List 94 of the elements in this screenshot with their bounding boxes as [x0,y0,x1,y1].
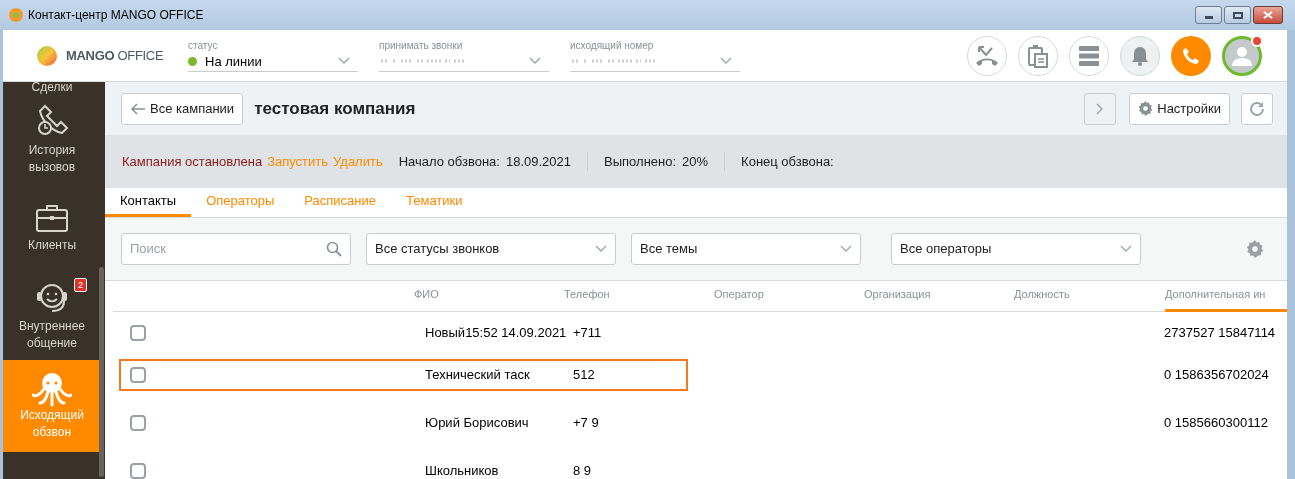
refresh-button[interactable] [1241,92,1273,125]
list-icon [1078,44,1100,67]
stat-label: Выполнено: [604,152,677,171]
field-label: исходящий номер [570,39,655,52]
gear-icon [1246,240,1264,258]
tab[interactable]: Тематики [391,188,478,217]
sidebar-item[interactable]: Исходящий обзвон [3,360,101,452]
chevron-down-icon [595,245,607,253]
phone-clock-icon [35,104,69,138]
row-checkbox[interactable] [130,325,146,341]
stat-label: Конец обзвона: [741,152,834,171]
column-header[interactable]: Оператор [714,285,864,312]
sidebar-item[interactable]: Сделки [3,82,101,96]
chevron-down-icon [529,57,541,65]
column-header[interactable]: Должность [1014,285,1165,312]
campaign-state: Кампания остановлена [122,152,263,171]
stat-label: Начало обзвона: [398,152,500,171]
field-label: принимать звонки [379,39,464,52]
maximize-button[interactable] [1224,6,1251,24]
table-cell-text: +711 [573,324,602,343]
table-cell-text: Новый15:52 14.09.2021 [425,324,568,343]
filter-select[interactable]: Все темы [631,233,861,265]
sidebar-item[interactable]: История вызовов [3,96,101,184]
close-icon [1263,11,1273,19]
filter-select[interactable]: Все операторы [891,233,1141,265]
column-header[interactable]: Телефон [564,285,714,312]
chevron-down-icon [720,57,732,65]
table-cell-text: 0 1586356702024 [1164,366,1269,385]
arrow-left-icon [130,102,146,115]
field-value: На линии [205,52,262,71]
tab[interactable]: Операторы [191,188,290,217]
column-header[interactable]: Дополнительная ин [1165,285,1287,312]
campaign-action-link[interactable]: Удалить [333,151,383,172]
column-header[interactable]: Организация [864,285,1014,312]
table-cell-text: Школьников [425,462,500,479]
bell-icon [1131,45,1149,66]
chevron-down-icon [1120,245,1132,253]
refresh-icon [1249,100,1265,117]
window-title: Контакт-центр MANGO OFFICE [28,7,204,24]
call-transfer-icon [975,44,999,67]
header-select[interactable]: принимать звонки [379,39,549,72]
clipboard-icon [1027,43,1049,68]
tab[interactable]: Расписание [289,188,391,217]
stat-value: 20% [682,152,709,171]
notification-badge: 2 [74,278,87,292]
row-checkbox[interactable] [130,415,146,431]
filter-select[interactable]: Все статусы звонков [366,233,616,265]
user-icon [1231,45,1253,66]
briefcase-icon [35,202,69,233]
row-checkbox[interactable] [130,463,146,479]
search-field[interactable]: Поиск [121,233,351,265]
app-logo-icon [8,7,24,23]
toolbar-button[interactable] [1171,35,1211,76]
chevron-down-icon [840,245,852,253]
search-icon [326,241,342,257]
sidebar-label: Сделки [30,82,74,96]
search-input[interactable]: Поиск [130,239,326,259]
minimize-button[interactable] [1195,6,1222,24]
sidebar-label: История вызовов [27,142,77,176]
phone-icon [1182,46,1200,65]
header-select[interactable]: исходящий номер [570,39,740,72]
chevron-down-icon [338,57,350,66]
column-header[interactable]: ФИО [414,285,564,312]
gear-icon [1138,101,1154,116]
sidebar-label: Внутреннее общение [17,318,87,352]
table-cell-text: 8 9 [573,462,592,479]
chevron-right-icon [1096,102,1105,115]
octopus-icon [32,371,72,407]
sidebar-item[interactable]: Внутреннее общение 2 [3,272,101,360]
sidebar-label: Клиенты [26,236,78,254]
toolbar-button[interactable] [967,35,1007,76]
settings-button[interactable]: Настройки [1129,92,1230,125]
campaign-action-link[interactable]: Запустить [267,151,329,172]
table-cell-text: Технический таск [425,366,531,385]
sidebar-label: Исходящий обзвон [19,407,85,441]
stat-value: 18.09.2021 [505,152,572,171]
row-checkbox[interactable] [130,367,146,383]
campaign-title: тестовая компания [254,97,416,120]
back-button[interactable]: Все кампании [121,92,244,125]
field-label: статус [188,39,219,52]
close-button[interactable] [1253,6,1283,24]
table-cell-text: +7 9 [573,414,599,433]
toolbar-button[interactable] [1018,35,1058,76]
mango-logo-icon [36,44,58,67]
table-cell-text: 512 [573,366,595,385]
toolbar-button[interactable] [1069,35,1109,76]
toolbar-button[interactable] [1120,35,1160,76]
sidebar-item[interactable]: Клиенты [3,184,101,272]
table-cell-text: Юрий Борисович [425,414,530,433]
table-cell-text: 0 1585660300112 [1164,414,1268,433]
brand-name: MANGO OFFICE [66,46,164,65]
profile-button[interactable] [1222,35,1262,76]
header-select[interactable]: статус На линии [188,39,358,72]
table-cell-text: 2737527 15847114 [1164,324,1276,343]
